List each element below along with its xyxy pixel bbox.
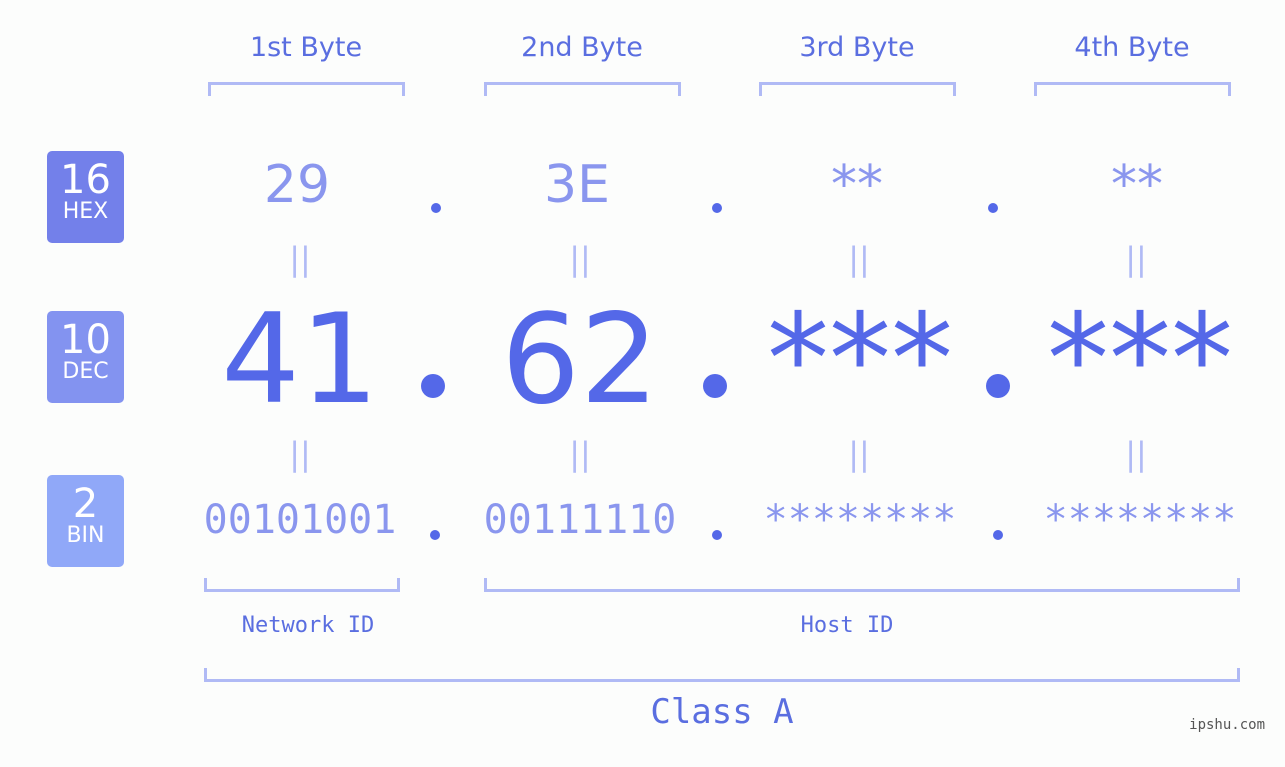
hex-byte-1: 29 (263, 155, 331, 215)
byte-bracket-4 (1034, 82, 1231, 96)
dec-label: DEC (62, 359, 109, 384)
byte-label-2: 2nd Byte (521, 32, 643, 63)
equals-sign: || (569, 435, 591, 473)
bin-byte-4: ******** (1043, 497, 1237, 543)
bin-label: BIN (66, 523, 105, 548)
byte-label-4: 4th Byte (1074, 32, 1190, 63)
byte-bracket-1 (208, 82, 405, 96)
hex-label: HEX (62, 199, 109, 224)
bin-byte-1: 00101001 (203, 497, 397, 543)
hex-badge: 16 HEX (47, 151, 124, 243)
network-id-label: Network ID (241, 613, 375, 638)
dec-dot-3 (986, 374, 1010, 398)
equals-sign: || (1125, 435, 1147, 473)
hex-byte-4: ** (1111, 155, 1163, 215)
bin-byte-2: 00111110 (483, 497, 677, 543)
equals-sign: || (1125, 240, 1147, 278)
hex-dot-1 (431, 203, 441, 213)
dec-byte-3: *** (767, 288, 953, 432)
equals-sign: || (848, 240, 870, 278)
byte-label-1: 1st Byte (249, 32, 363, 63)
hex-base: 16 (60, 157, 111, 203)
dec-byte-4: *** (1047, 288, 1233, 432)
equals-sign: || (569, 240, 591, 278)
host-id-bracket (484, 578, 1240, 592)
bin-dot-1 (430, 530, 440, 540)
dec-byte-1: 41 (221, 288, 379, 432)
hex-byte-2: 3E (544, 155, 610, 215)
bin-base: 2 (72, 481, 99, 527)
equals-sign: || (289, 435, 311, 473)
bin-dot-3 (993, 530, 1003, 540)
dec-badge: 10 DEC (47, 311, 124, 403)
equals-sign: || (289, 240, 311, 278)
dec-dot-2 (703, 374, 727, 398)
byte-bracket-2 (484, 82, 681, 96)
class-bracket (204, 668, 1240, 682)
equals-sign: || (848, 435, 870, 473)
hex-dot-3 (988, 203, 998, 213)
dec-base: 10 (60, 317, 111, 363)
dec-dot-1 (421, 374, 445, 398)
host-id-label: Host ID (800, 613, 894, 638)
bin-dot-2 (712, 530, 722, 540)
class-label: Class A (650, 692, 794, 732)
bin-badge: 2 BIN (47, 475, 124, 567)
watermark: ipshu.com (1189, 717, 1265, 733)
hex-byte-3: ** (831, 155, 883, 215)
hex-dot-2 (712, 203, 722, 213)
dec-byte-2: 62 (501, 288, 659, 432)
byte-label-3: 3rd Byte (799, 32, 915, 63)
network-id-bracket (204, 578, 400, 592)
bin-byte-3: ******** (763, 497, 957, 543)
byte-bracket-3 (759, 82, 956, 96)
